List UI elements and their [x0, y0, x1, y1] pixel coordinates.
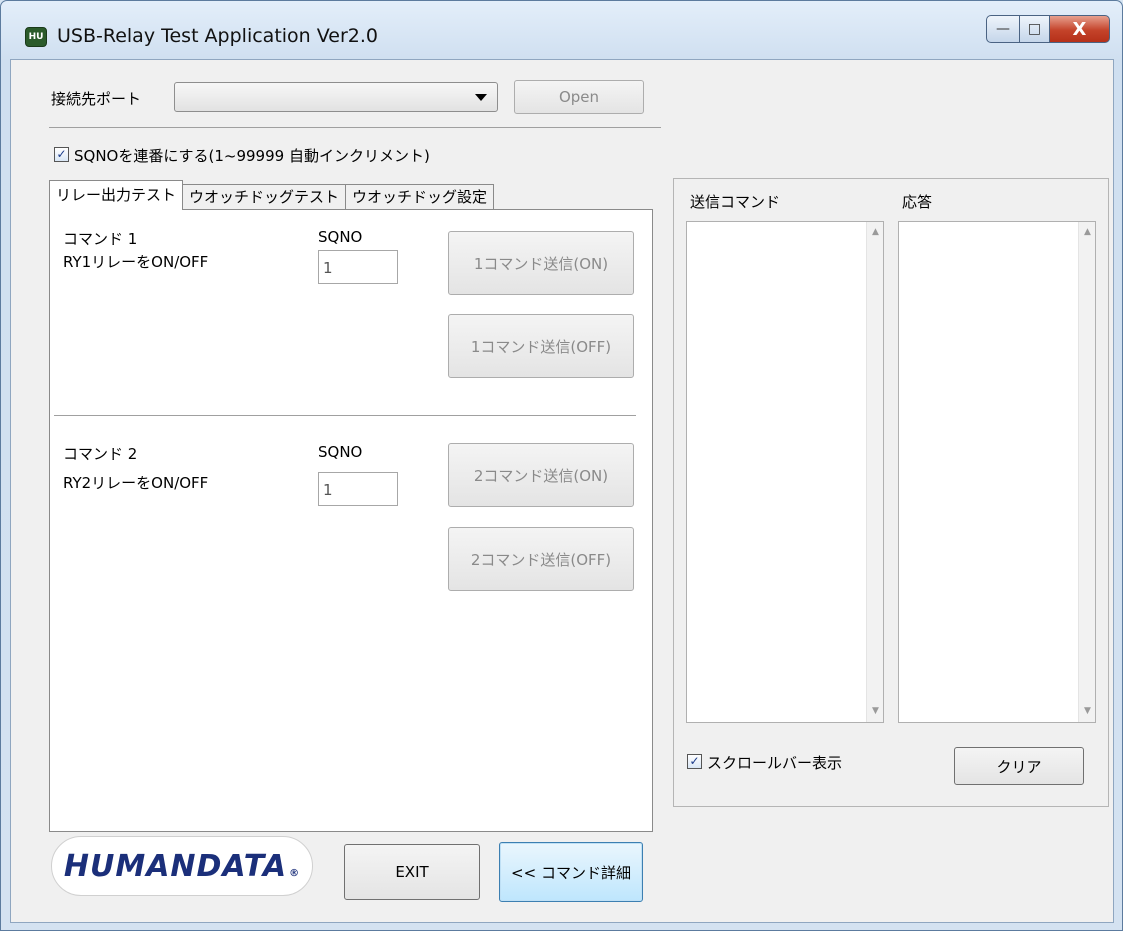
- tab-panel: コマンド 1 RY1リレーをON/OFF SQNO 1 1コマンド送信(ON) …: [49, 209, 653, 832]
- scrollbar[interactable]: ▲ ▼: [1078, 222, 1095, 722]
- minimize-button[interactable]: —: [986, 15, 1020, 43]
- clear-button[interactable]: クリア: [954, 747, 1084, 785]
- command-2-description: RY2リレーをON/OFF: [63, 474, 209, 492]
- sqno-sequence-label: SQNOを連番にする(1~99999 自動インクリメント): [74, 147, 430, 165]
- tab-watchdog-settings[interactable]: ウオッチドッグ設定: [345, 184, 495, 210]
- sent-commands-list[interactable]: ▲ ▼: [686, 221, 884, 723]
- logo-registered-mark: ®: [289, 867, 301, 879]
- show-scrollbar-checkbox[interactable]: ✓: [687, 754, 702, 769]
- close-icon: X: [1072, 18, 1087, 40]
- tab-strip: リレー出力テスト ウオッチドッグテスト ウオッチドッグ設定: [49, 180, 495, 210]
- command-1-sqno-label: SQNO: [318, 228, 363, 246]
- scrollbar[interactable]: ▲ ▼: [866, 222, 883, 722]
- maximize-icon: □: [1027, 21, 1042, 37]
- scroll-down-icon[interactable]: ▼: [1079, 703, 1096, 720]
- command-2-send-on-button[interactable]: 2コマンド送信(ON): [448, 443, 634, 507]
- response-list[interactable]: ▲ ▼: [898, 221, 1096, 723]
- port-label: 接続先ポート: [51, 90, 142, 108]
- command-2-title: コマンド 2: [63, 445, 138, 463]
- scroll-down-icon[interactable]: ▼: [867, 703, 884, 720]
- response-label: 応答: [902, 193, 933, 211]
- sent-commands-label: 送信コマンド: [690, 193, 781, 211]
- show-scrollbar-label: スクロールバー表示: [707, 754, 843, 772]
- port-combobox[interactable]: [174, 82, 498, 112]
- minimize-icon: —: [996, 21, 1010, 37]
- command-2-send-off-button[interactable]: 2コマンド送信(OFF): [448, 527, 634, 591]
- sqno-sequence-checkbox[interactable]: ✓: [54, 147, 69, 162]
- logo-text: HUMANDATA: [63, 848, 288, 884]
- command-2-sqno-input[interactable]: 1: [318, 472, 398, 506]
- tab-watchdog-test[interactable]: ウオッチドッグテスト: [182, 184, 347, 210]
- chevron-down-icon[interactable]: [475, 94, 487, 101]
- exit-button[interactable]: EXIT: [344, 844, 480, 900]
- command-1-sqno-input[interactable]: 1: [318, 250, 398, 284]
- command-1-title: コマンド 1: [63, 230, 138, 248]
- window-controls: — □ X: [986, 15, 1110, 45]
- check-icon: ✓: [56, 147, 67, 161]
- check-icon: ✓: [689, 754, 700, 768]
- maximize-button[interactable]: □: [1020, 15, 1050, 43]
- title-bar[interactable]: HU USB-Relay Test Application Ver2.0 — □…: [1, 1, 1122, 59]
- log-group: 送信コマンド 応答 ▲ ▼ ▲ ▼ ✓ スクロールバー表示 クリア: [673, 178, 1109, 807]
- close-button[interactable]: X: [1050, 15, 1110, 43]
- scroll-up-icon[interactable]: ▲: [1079, 224, 1096, 241]
- command-divider: [54, 415, 636, 416]
- client-area: 接続先ポート Open ✓ SQNOを連番にする(1~99999 自動インクリメ…: [10, 59, 1114, 923]
- open-button[interactable]: Open: [514, 80, 644, 114]
- application-window: HU USB-Relay Test Application Ver2.0 — □…: [0, 0, 1123, 931]
- window-title: USB-Relay Test Application Ver2.0: [57, 25, 378, 47]
- command-1-send-off-button[interactable]: 1コマンド送信(OFF): [448, 314, 634, 378]
- app-icon: HU: [25, 27, 47, 47]
- scroll-up-icon[interactable]: ▲: [867, 224, 884, 241]
- command-details-button[interactable]: << コマンド詳細: [499, 842, 643, 902]
- command-1-send-on-button[interactable]: 1コマンド送信(ON): [448, 231, 634, 295]
- humandata-logo: HUMANDATA ®: [51, 836, 313, 896]
- command-2-sqno-label: SQNO: [318, 443, 363, 461]
- divider: [49, 127, 661, 128]
- command-1-description: RY1リレーをON/OFF: [63, 253, 209, 271]
- tab-relay-output-test[interactable]: リレー出力テスト: [49, 180, 184, 210]
